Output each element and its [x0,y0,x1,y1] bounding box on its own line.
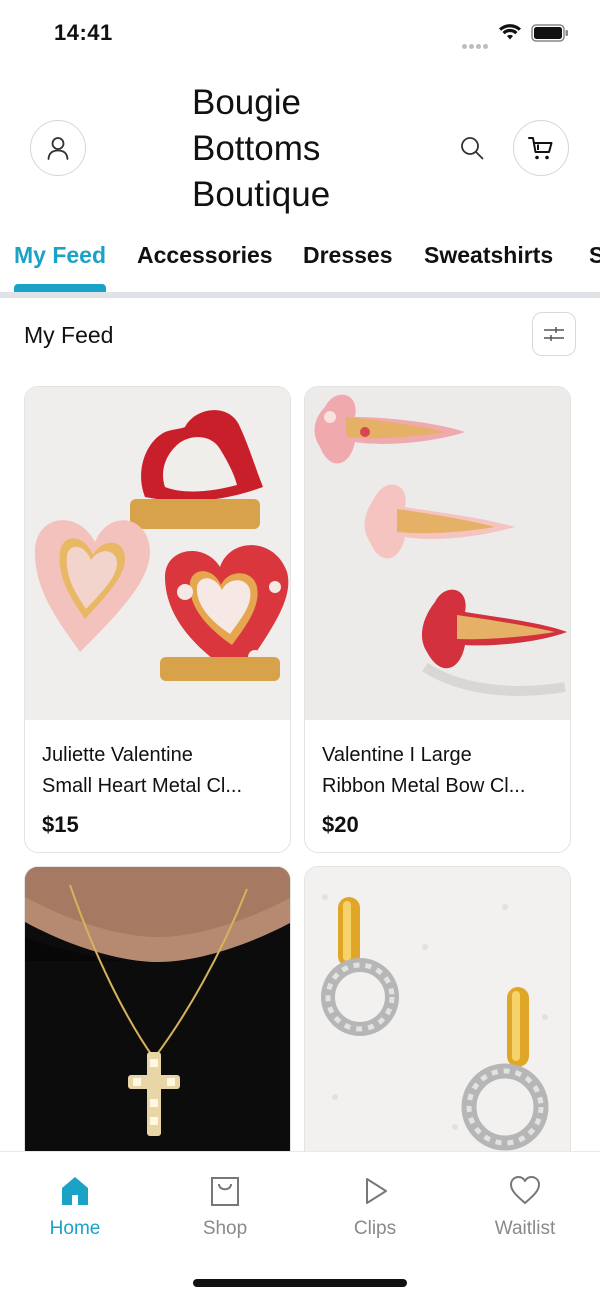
active-tab-indicator [14,284,106,292]
cart-icon [528,137,553,160]
tab-sweatshirts[interactable]: Sweatshirts [424,242,553,269]
signal-dots-icon [462,36,490,49]
heart-icon [510,1176,540,1204]
product-image [25,387,290,720]
wifi-icon [499,24,521,40]
store-title-line: Bougie [192,83,301,122]
store-title-line: Bottoms [192,129,321,168]
battery-icon [531,24,568,42]
product-price: $15 [42,812,79,837]
search-button[interactable] [456,132,488,164]
nav-shop[interactable]: Shop [150,1152,300,1262]
nav-waitlist[interactable]: Waitlist [450,1152,600,1262]
product-name-line: Small Heart Metal Cl... [42,775,243,797]
nav-label: Clips [353,1218,397,1239]
home-icon [62,1177,88,1205]
home-indicator [193,1279,407,1287]
search-icon [461,137,484,160]
nav-label: Waitlist [494,1218,556,1239]
tabs-divider [0,292,600,298]
product-image [305,867,570,1165]
cart-button[interactable] [513,120,569,176]
profile-icon [47,137,69,160]
product-card[interactable] [304,866,571,1166]
product-name-line: Juliette Valentine [42,744,193,766]
shopping-bag-icon [211,1177,239,1206]
profile-button[interactable] [30,120,86,176]
product-card[interactable]: Valentine I Large Ribbon Metal Bow Cl...… [304,386,571,853]
product-name: Juliette Valentine Small Heart Metal Cl.… [25,740,290,802]
sliders-icon [544,327,564,341]
status-bar: 14:41 [0,0,600,66]
product-card[interactable]: Juliette Valentine Small Heart Metal Cl.… [24,386,291,853]
product-name-line: Ribbon Metal Bow Cl... [322,775,526,797]
product-price: $20 [322,812,359,837]
tab-next[interactable]: S [589,242,600,269]
nav-clips[interactable]: Clips [300,1152,450,1262]
play-icon [366,1178,387,1204]
status-time: 14:41 [54,20,113,45]
nav-label: Home [49,1218,101,1239]
nav-home[interactable]: Home [0,1152,150,1262]
product-image [25,867,290,1165]
product-name: Valentine I Large Ribbon Metal Bow Cl... [305,740,570,802]
app-header: Bougie Bottoms Boutique [0,66,600,226]
product-card[interactable] [24,866,291,1166]
feed-title: My Feed [24,322,114,348]
nav-label: Shop [202,1218,248,1239]
tab-accessories[interactable]: Accessories [137,242,273,269]
store-title: Bougie Bottoms Boutique [192,80,412,218]
tab-my-feed[interactable]: My Feed [14,242,106,269]
filter-button[interactable] [532,312,576,356]
store-title-line: Boutique [192,175,331,214]
bottom-navigation: Home Shop Clips Waitlist [0,1151,600,1299]
product-image [305,387,570,720]
product-name-line: Valentine I Large [322,744,472,766]
category-tabs: My Feed Accessories Dresses Sweatshirts … [0,232,600,298]
tab-dresses[interactable]: Dresses [303,242,393,269]
